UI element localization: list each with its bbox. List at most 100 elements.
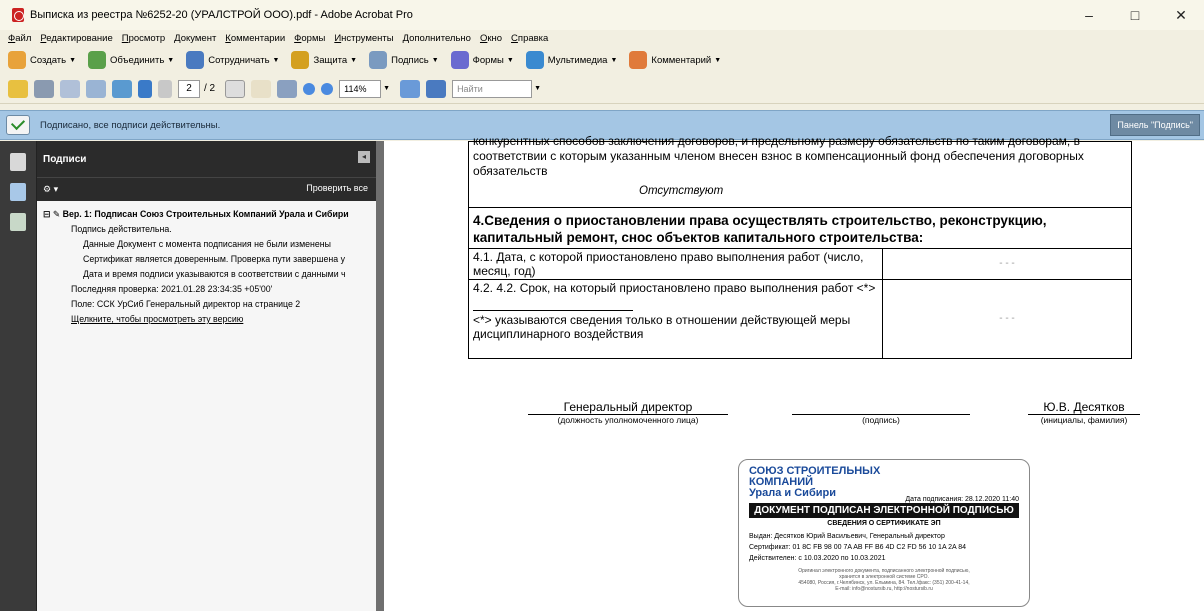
zoom-in-icon[interactable]: [321, 82, 334, 95]
verify-all-button[interactable]: Проверить все: [306, 183, 368, 193]
zoom-level-input[interactable]: 114%: [339, 79, 382, 98]
attachments-icon[interactable]: [10, 183, 26, 201]
document-viewport[interactable]: конкурентных способов заключения договор…: [376, 134, 1204, 611]
position-text: Генеральный директор: [528, 399, 728, 415]
zoom-dropdown-icon[interactable]: ▼: [383, 85, 390, 92]
pdf-file-icon: [12, 8, 24, 22]
stamp-issued: Выдан: Десятков Юрий Васильевич, Генерал…: [749, 533, 945, 540]
stamp-fine-print: Оригинал электронного документа, подписа…: [798, 568, 970, 592]
position-caption: (должность уполномоченного лица): [557, 415, 699, 425]
page-total: / 2: [204, 83, 216, 94]
arrow-down-icon[interactable]: [158, 79, 172, 98]
close-button[interactable]: ✕: [1158, 0, 1204, 30]
zoom-out-icon[interactable]: [303, 82, 316, 95]
comment-icon: [629, 51, 648, 69]
collaborate-icon: [186, 51, 205, 69]
menu-bar: Файл Редактирование Просмотр Документ Ко…: [0, 30, 1204, 46]
menu-comments[interactable]: Комментарии: [225, 33, 285, 44]
forms-icon: [450, 51, 469, 69]
menu-window[interactable]: Окно: [480, 33, 502, 44]
tasks-toolbar: Создать ▼ Объединить ▼ Сотрудничать ▼ Защит…: [0, 46, 1204, 74]
signature-status-message: Подписано, все подписи действительны.: [40, 119, 221, 131]
menu-edit[interactable]: Редактирование: [40, 33, 112, 44]
zoom-tool-icon[interactable]: [277, 79, 298, 98]
text-line: обязательств: [473, 164, 548, 178]
window-titlebar: Выписка из реестра №6252-20 (УРАЛСТРОЙ О…: [0, 0, 1204, 30]
create-pdf-icon: [8, 51, 26, 69]
signature-block: Генеральный директор (должность уполномо…: [468, 399, 1148, 439]
collaborate-button[interactable]: Сотрудничать ▼: [186, 51, 279, 69]
row-4-1-value: - - -: [999, 258, 1015, 269]
table-section-3-tail: конкурентных способов заключения договор…: [469, 134, 1131, 208]
chevron-down-icon: ▼: [714, 56, 722, 64]
combine-button[interactable]: Объединить ▼: [88, 51, 174, 69]
signature-column: (подпись): [792, 399, 970, 426]
pages-icon[interactable]: [10, 153, 26, 171]
electronic-signature-stamp: СОЮЗ СТРОИТЕЛЬНЫХ КОМПАНИЙ Урала и Сибир…: [738, 459, 1030, 607]
open-folder-icon[interactable]: [8, 79, 28, 98]
name-column: Ю.В. Десятков (инициалы, фамилия): [1028, 399, 1140, 426]
row-4-2-label: 4.2. 4.2. Срок, на который приостановлен…: [469, 280, 883, 358]
signature-panel-button[interactable]: Панель "Подпись": [1110, 114, 1200, 136]
signature-tree: ⊟ ✎ Вер. 1: Подписан Союз Строительных К…: [37, 201, 376, 333]
signing-time-item[interactable]: Дата и время подписи указываются в соотв…: [41, 267, 372, 282]
fit-width-icon[interactable]: [426, 79, 447, 98]
document-unchanged-item[interactable]: Данные Документ с момента подписания не …: [41, 237, 372, 252]
panel-title: Подписи: [43, 153, 87, 165]
panel-close-icon[interactable]: ◂: [358, 151, 370, 163]
stamp-cert-heading: СВЕДЕНИЯ О СЕРТИФИКАТЕ ЭП: [827, 520, 941, 527]
document-table: конкурентных способов заключения договор…: [468, 134, 1132, 359]
sign-button[interactable]: Подпись ▼: [369, 51, 439, 69]
share-icon[interactable]: [112, 79, 132, 98]
table-row: 4.2. 4.2. Срок, на который приостановлен…: [469, 280, 1131, 358]
find-input[interactable]: Найти: [452, 79, 533, 98]
row-4-2-value: - - -: [999, 313, 1015, 324]
maximize-button[interactable]: □: [1112, 0, 1158, 30]
menu-document[interactable]: Документ: [174, 33, 216, 44]
section-4-heading: 4.Сведения о приостановлении права осуще…: [469, 208, 1131, 249]
arrow-up-icon[interactable]: [138, 79, 152, 98]
lock-icon: [291, 51, 310, 69]
minimize-button[interactable]: –: [1066, 0, 1112, 30]
certificate-trusted-item[interactable]: Сертификат является доверенным. Проверка…: [41, 252, 372, 267]
options-icon[interactable]: ⚙ ▾: [43, 184, 58, 195]
print-icon[interactable]: [34, 79, 54, 98]
multimedia-button[interactable]: Мультимедиа ▼: [525, 51, 617, 69]
window-title: Выписка из реестра №6252-20 (УРАЛСТРОЙ О…: [30, 9, 413, 21]
forms-button[interactable]: Формы ▼: [450, 51, 514, 69]
select-tool-icon[interactable]: [225, 79, 246, 98]
menu-tools[interactable]: Инструменты: [334, 33, 393, 44]
menu-advanced[interactable]: Дополнительно: [403, 33, 471, 44]
absent-value: Отсутствуют: [639, 185, 724, 197]
signatures-panel-toolbar: ⚙ ▾ Проверить все: [37, 177, 376, 201]
menu-file[interactable]: Файл: [8, 33, 31, 44]
window-controls: – □ ✕: [1066, 0, 1204, 30]
last-check-item[interactable]: Последняя проверка: 2021.01.28 23:34:35 …: [41, 282, 372, 297]
menu-help[interactable]: Справка: [511, 33, 548, 44]
comment-button[interactable]: Комментарий ▼: [629, 51, 721, 69]
name-text: Ю.В. Десятков: [1028, 399, 1140, 415]
signature-field-item[interactable]: Поле: ССК УрСиб Генеральный директор на …: [41, 297, 372, 312]
view-version-link[interactable]: Щелкните, чтобы просмотреть эту версию: [41, 312, 372, 327]
signature-caption: (подпись): [862, 415, 900, 425]
footnote-text: <*> указываются сведения только в отноше…: [473, 313, 851, 341]
menu-view[interactable]: Просмотр: [122, 33, 165, 44]
menu-forms[interactable]: Формы: [294, 33, 325, 44]
signature-valid-item[interactable]: Подпись действительна.: [41, 222, 372, 237]
signature-revision-item[interactable]: ⊟ ✎ Вер. 1: Подписан Союз Строительных К…: [41, 207, 372, 222]
stamp-validity: Действителен: с 10.03.2020 по 10.03.2021: [749, 555, 886, 562]
fit-page-icon[interactable]: [400, 79, 421, 98]
chevron-down-icon: ▼: [431, 56, 439, 64]
create-button[interactable]: Создать ▼: [8, 51, 76, 69]
multimedia-icon: [525, 51, 544, 69]
signatures-icon[interactable]: [10, 213, 26, 231]
pen-icon: [369, 51, 388, 69]
signature-panel-label: Панель "Подпись": [1117, 120, 1193, 130]
email-icon[interactable]: [86, 79, 106, 98]
save-icon[interactable]: [60, 79, 80, 98]
navigation-pane-strip: [0, 141, 36, 611]
page-number-input[interactable]: 2: [178, 79, 200, 98]
find-dropdown-icon[interactable]: ▼: [534, 85, 541, 92]
hand-tool-icon[interactable]: [251, 79, 272, 98]
protect-button[interactable]: Защита ▼: [291, 51, 357, 69]
